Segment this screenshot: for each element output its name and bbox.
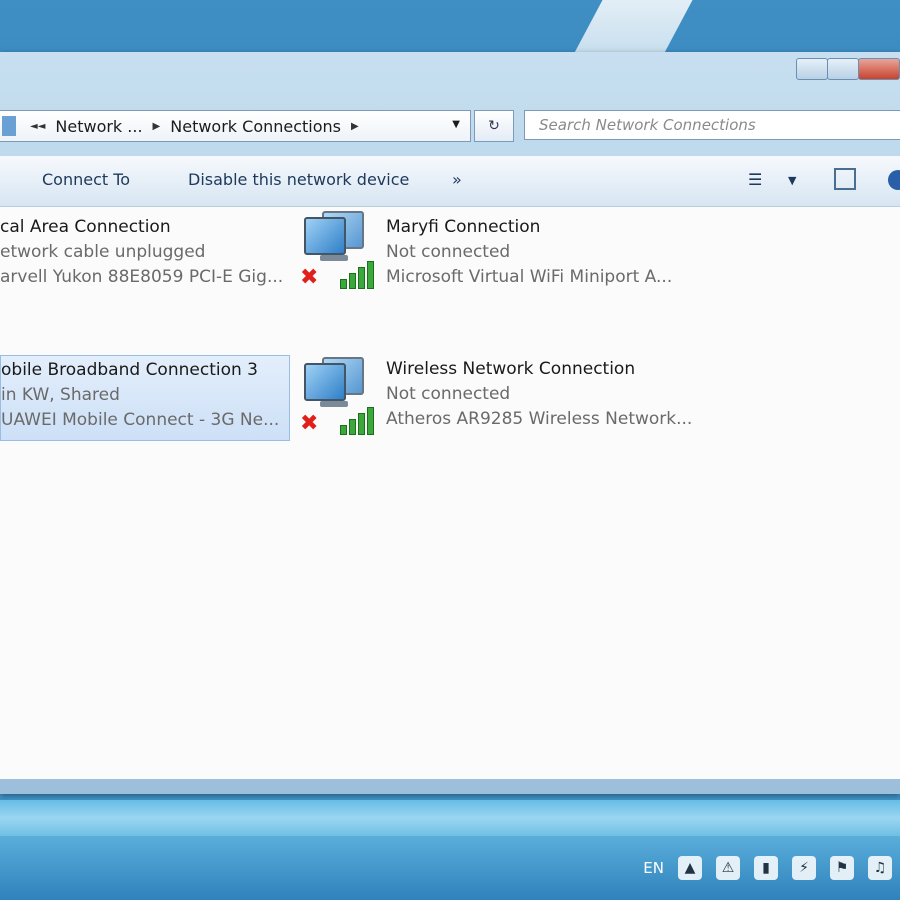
connection-status: etwork cable unplugged	[0, 242, 206, 262]
connection-status: Not connected	[386, 242, 511, 262]
network-folder-icon	[2, 116, 16, 136]
view-dropdown-icon[interactable]: ▼	[788, 174, 796, 187]
signal-bars-icon	[340, 259, 376, 289]
connection-device: arvell Yukon 88E8059 PCI-E Gig...	[0, 267, 284, 287]
disconnected-x-icon: ✖	[300, 265, 319, 290]
action-center-icon[interactable]: ⚑	[830, 856, 854, 880]
maximize-button[interactable]	[827, 58, 859, 80]
breadcrumb-chevron-icon[interactable]: ◄◄	[30, 121, 45, 132]
preview-pane-icon[interactable]	[834, 168, 856, 190]
connection-local-area[interactable]: cal Area Connection etwork cable unplugg…	[0, 207, 290, 293]
connection-name: cal Area Connection	[0, 217, 171, 237]
address-bar[interactable]: ◄◄ Network ... ▶ Network Connections ▶ ▼	[0, 110, 471, 142]
breadcrumb-network-connections[interactable]: Network Connections	[170, 117, 341, 136]
disable-device-button[interactable]: Disable this network device	[188, 170, 409, 189]
command-bar: Connect To Disable this network device »…	[0, 156, 900, 207]
connection-maryfi[interactable]: Maryfi Connection Not connected Microsof…	[384, 207, 704, 293]
close-button[interactable]	[858, 58, 900, 80]
help-icon[interactable]	[888, 170, 900, 190]
search-input[interactable]: Search Network Connections	[524, 110, 900, 140]
disconnected-x-icon: ✖	[300, 411, 319, 436]
network-signal-icon[interactable]: ▮	[754, 856, 778, 880]
shield-icon[interactable]: ⚠	[716, 856, 740, 880]
refresh-icon: ↻	[488, 118, 500, 134]
network-adapter-icon: ✖	[300, 355, 380, 441]
battery-icon[interactable]: ⚡	[792, 856, 816, 880]
connections-list: cal Area Connection etwork cable unplugg…	[0, 207, 900, 779]
connection-device: Atheros AR9285 Wireless Network...	[386, 409, 693, 429]
aero-glass-edge	[0, 800, 900, 836]
minimize-button[interactable]	[796, 58, 828, 80]
connection-name: Maryfi Connection	[386, 217, 541, 237]
window-caption-buttons	[796, 58, 900, 80]
refresh-button[interactable]: ↻	[474, 110, 514, 142]
network-connections-window: ◄◄ Network ... ▶ Network Connections ▶ ▼…	[0, 52, 900, 794]
search-placeholder: Search Network Connections	[539, 116, 756, 134]
breadcrumb-separator-icon[interactable]: ▶	[351, 121, 359, 132]
signal-bars-icon	[340, 405, 376, 435]
network-adapter-icon: ✖	[300, 209, 380, 295]
language-indicator[interactable]: EN	[643, 859, 664, 877]
connection-name: obile Broadband Connection 3	[1, 360, 258, 380]
connection-device: UAWEI Mobile Connect - 3G Ne...	[1, 410, 280, 430]
connect-to-button[interactable]: Connect To	[42, 170, 130, 189]
connection-status: Not connected	[386, 384, 511, 404]
address-row: ◄◄ Network ... ▶ Network Connections ▶ ▼…	[0, 108, 900, 144]
breadcrumb-separator-icon[interactable]: ▶	[153, 121, 161, 132]
system-tray: EN ▲ ⚠ ▮ ⚡ ⚑ ♫	[643, 848, 900, 888]
taskbar: EN ▲ ⚠ ▮ ⚡ ⚑ ♫	[0, 836, 900, 900]
volume-icon[interactable]: ♫	[868, 856, 892, 880]
overflow-chevron-icon[interactable]: »	[452, 170, 462, 189]
tray-chevron-icon[interactable]: ▲	[678, 856, 702, 880]
change-view-icon[interactable]: ☰	[748, 170, 762, 189]
connection-status: in KW, Shared	[1, 385, 120, 405]
connection-wireless[interactable]: Wireless Network Connection Not connecte…	[384, 355, 704, 441]
connection-name: Wireless Network Connection	[386, 359, 636, 379]
connection-mobile-broadband[interactable]: obile Broadband Connection 3 in KW, Shar…	[0, 355, 290, 441]
address-dropdown-icon[interactable]: ▼	[452, 119, 460, 130]
breadcrumb-network[interactable]: Network ...	[55, 117, 142, 136]
connection-device: Microsoft Virtual WiFi Miniport A...	[386, 267, 673, 287]
